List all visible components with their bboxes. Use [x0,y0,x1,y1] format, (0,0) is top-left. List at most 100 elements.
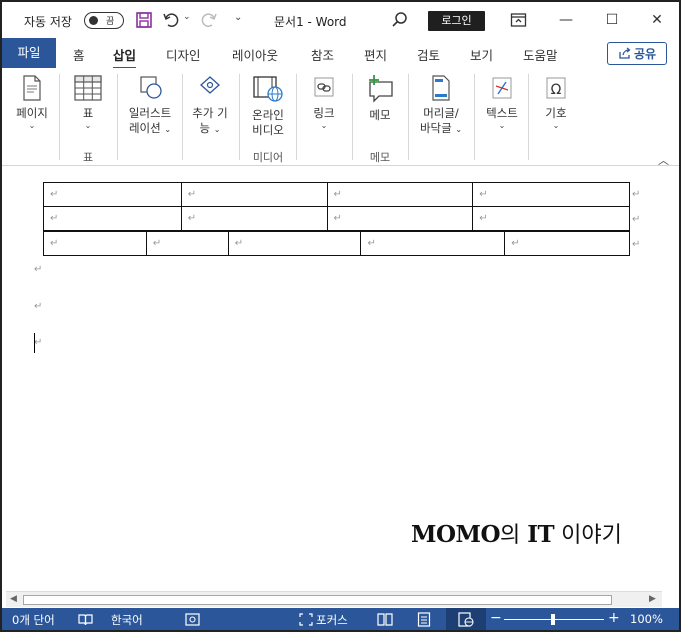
table-cell[interactable]: ↵ [43,231,147,256]
chevron-down-icon: ⌄ [320,121,328,130]
search-icon[interactable] [391,11,409,29]
customize-qat-icon[interactable]: ⌄ [234,12,242,23]
word-window: 자동 저장 끔 ⌄ ⌄ 문서1 - Word 로그인 — ☐ ✕ 파일 홈 삽입… [0,0,681,632]
tab-view[interactable]: 보기 [470,45,493,64]
document-table-row-3[interactable]: ↵ ↵ ↵ ↵ ↵ [43,231,630,256]
scroll-left-icon[interactable]: ◀ [10,594,17,604]
header-footer-icon [432,75,450,101]
addins-button[interactable]: 추가 기 능 ⌄ [186,74,234,137]
table-cell[interactable]: ↵ [326,182,474,207]
svg-text:Ω: Ω [551,82,562,98]
row-end-mark: ↵ [632,239,641,250]
online-video-label-2: 비디오 [252,123,284,137]
paragraph-mark: ↵ [34,301,43,312]
word-count[interactable]: 0개 단어 [12,612,55,628]
proofing-icon[interactable] [78,613,93,626]
table-cell[interactable]: ↵ [145,231,229,256]
accessibility-icon[interactable] [185,613,200,626]
table-icon [74,75,102,101]
tab-help[interactable]: 도움말 [523,45,558,64]
group-separator [117,74,118,160]
zoom-slider-thumb[interactable] [551,614,555,625]
table-cell[interactable]: ↵ [227,231,362,256]
zoom-out-icon[interactable]: − [490,610,502,626]
comment-button[interactable]: 메모 [358,74,402,123]
comment-label: 메모 [369,108,391,122]
pages-label: 페이지 [16,106,48,120]
undo-icon[interactable] [162,11,180,29]
pages-button[interactable]: 페이지 ⌄ [10,74,54,131]
group-label-comments: 메모 [369,151,391,164]
tab-insert[interactable]: 삽입 [113,45,137,70]
share-button[interactable]: 공유 [607,42,667,65]
tab-layout[interactable]: 레이아웃 [232,45,278,64]
maximize-icon[interactable]: ☐ [600,8,624,32]
links-button[interactable]: 링크 ⌄ [304,74,344,131]
text-label: 텍스트 [486,106,518,120]
autosave-toggle[interactable]: 끔 [84,12,124,29]
group-separator [474,74,475,160]
text-button[interactable]: 텍스트 ⌄ [480,74,524,131]
table-cell[interactable]: ↵ [43,206,182,231]
table-cell[interactable]: ↵ [472,182,630,207]
collapse-ribbon-icon[interactable]: ︿ [658,152,669,168]
link-icon [314,77,334,97]
watermark-part: IT [527,521,555,548]
group-label-table: 표 [82,151,94,164]
close-icon[interactable]: ✕ [645,8,669,32]
read-mode-icon[interactable] [377,613,393,626]
table-cell[interactable]: ↵ [326,206,474,231]
document-table-rows-1-2[interactable]: ↵ ↵ ↵ ↵ ↵ ↵ ↵ ↵ [43,182,630,231]
focus-icon[interactable] [299,613,313,626]
table-cell[interactable]: ↵ [504,231,630,256]
chevron-down-icon: ⌄ [164,125,172,134]
save-icon[interactable] [135,11,153,29]
table-cell[interactable]: ↵ [360,231,506,256]
scrollbar-thumb[interactable] [23,595,612,605]
comment-icon [369,75,393,103]
ribbon-display-icon[interactable] [510,12,527,28]
horizontal-scrollbar[interactable]: ◀ ▶ [6,591,662,607]
table-cell[interactable]: ↵ [180,182,328,207]
watermark-part: 이야기 [554,523,622,548]
tab-references[interactable]: 참조 [311,45,334,64]
header-footer-label-2: 바닥글 [419,121,452,135]
table-cell[interactable]: ↵ [43,182,182,207]
tab-mailings[interactable]: 편지 [364,45,387,64]
print-layout-icon[interactable] [417,612,431,627]
undo-dropdown-icon[interactable]: ⌄ [183,12,191,22]
autosave-label: 자동 저장 [24,15,72,29]
tab-file[interactable]: 파일 [2,38,56,68]
table-cell[interactable]: ↵ [472,206,630,231]
zoom-level[interactable]: 100% [630,612,663,626]
zoom-in-icon[interactable]: + [608,610,620,626]
table-button[interactable]: 표 ⌄ [70,74,106,131]
focus-label[interactable]: 포커스 [316,612,348,628]
tab-review[interactable]: 검토 [417,45,440,64]
login-button[interactable]: 로그인 [428,11,485,31]
text-cursor [34,333,35,353]
illustrations-label-1: 일러스트 [128,106,172,120]
scroll-right-icon[interactable]: ▶ [649,594,656,604]
ribbon-tabs: 파일 홈 삽입 디자인 레이아웃 참조 편지 검토 보기 도움말 공유 [2,38,679,70]
header-footer-button[interactable]: 머리글/ 바닥글 ⌄ [412,74,470,137]
language-label[interactable]: 한국어 [111,612,143,628]
table-cell[interactable]: ↵ [180,206,328,231]
redo-icon [201,13,217,27]
illustrations-button[interactable]: 일러스트 레이션 ⌄ [122,74,178,137]
minimize-icon[interactable]: — [554,8,578,32]
group-separator [182,74,183,160]
paragraph-mark: ↵ [34,337,43,348]
illustrations-label-2: 레이션 [128,121,161,135]
tab-design[interactable]: 디자인 [166,45,201,64]
chevron-down-icon: ⌄ [28,121,36,130]
shapes-icon [140,76,162,99]
symbols-button[interactable]: Ω 기호 ⌄ [534,74,578,131]
tab-home[interactable]: 홈 [73,45,85,64]
document-area[interactable]: ↵ ↵ ↵ ↵ ↵ ↵ ↵ ↵ ↵ ↵ ↵ ↵ ↵ ↵ ↵ ↵ ↵ ↵ ↵ MO… [2,167,679,591]
chevron-down-icon: ⌄ [84,121,92,130]
header-footer-label-1: 머리글/ [423,106,459,120]
row-end-mark: ↵ [632,189,641,200]
online-video-button[interactable]: 온라인 비디오 [244,74,292,138]
watermark-part: MOMO [411,521,501,548]
